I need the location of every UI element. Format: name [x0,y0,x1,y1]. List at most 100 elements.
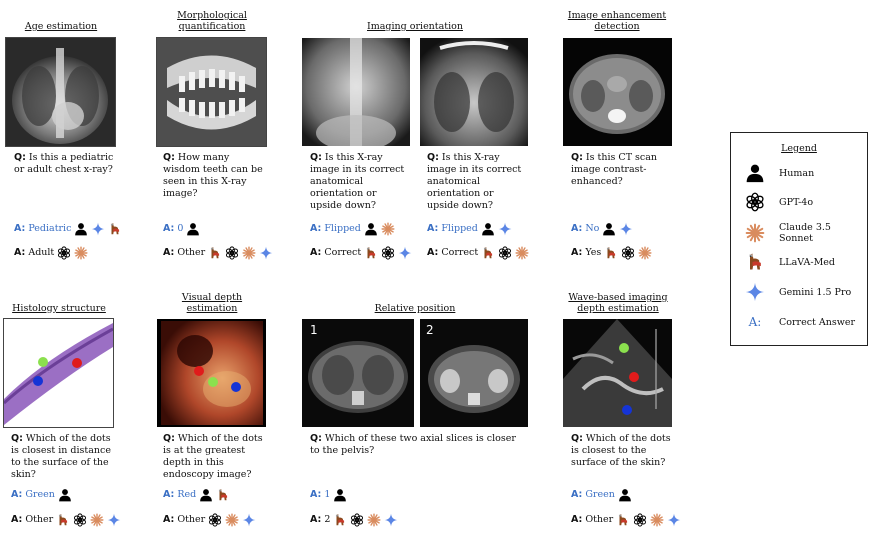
question-orient-2: Q: Is this X-ray image in its correct an… [427,152,522,211]
legend-item-claude: Claude 3.5 Sonnet [745,222,867,244]
question-morph: Q: How many wisdom teeth can be seen in … [163,152,263,199]
legend-item-correct-answer: A: Correct Answer [745,315,855,329]
llava-med-icon [616,513,630,527]
llava-med-icon [333,513,347,527]
axial-slice-1: 1 [302,319,414,427]
question-histo: Q: Which of the dots is closest in dista… [11,433,111,480]
other-answer-histo: A: Other [11,513,121,527]
gpt4o-icon [57,246,71,260]
legend-item-human: Human [745,163,814,183]
gemini-icon [242,513,256,527]
gpt4o-icon [381,246,395,260]
chest-xray-image [5,37,116,147]
question-wave: Q: Which of the dots is closest to the s… [571,433,671,468]
other-answer-age: A: Adult [14,246,88,260]
question-enhance: Q: Is this CT scan image contrast-enhanc… [571,152,658,187]
green-dot [38,357,48,367]
human-icon [364,222,378,236]
correct-answer-age: A: Pediatric [14,222,122,236]
panel-title-histo: Histology structure [12,303,106,314]
histology-image [3,318,114,428]
llava-med-icon [208,246,222,260]
green-dot [619,343,629,353]
panel-title-depth: Visual depth estimation [181,292,243,314]
gemini-icon [398,246,412,260]
human-icon [186,222,200,236]
claude-icon [515,246,529,260]
blue-dot [33,376,43,386]
claude-icon [242,246,256,260]
question-orient-1: Q: Is this X-ray image in its correct an… [310,152,405,211]
human-icon [745,163,765,183]
correct-answer-orient-1: A: Flipped [310,222,395,236]
claude-icon [74,246,88,260]
question-age: Q: Is this a pediatric or adult chest x-… [14,152,114,175]
correct-answer-depth: A: Red [163,488,230,502]
gpt4o-icon [498,246,512,260]
gpt4o-icon [208,513,222,527]
gemini-icon [498,222,512,236]
ultrasound-image [563,319,672,427]
other-answer-orient-2: A: Correct [427,246,529,260]
human-icon [199,488,213,502]
gpt4o-icon [225,246,239,260]
other-answer-relpos: A: 2 [310,513,398,527]
xray-orientation-image-2 [420,38,528,146]
human-icon [333,488,347,502]
legend-box: Legend Human GPT-4o Claude 3.5 Sonnet LL… [730,132,868,346]
correct-answer-relpos: A: 1 [310,488,347,502]
blue-dot [622,405,632,415]
legend-item-gemini: Gemini 1.5 Pro [745,282,851,302]
panel-title-age: Age estimation [24,21,98,32]
gemini-icon [667,513,681,527]
correct-answer-morph: A: 0 [163,222,200,236]
other-answer-wave: A: Other [571,513,681,527]
correct-answer-icon: A: [748,315,762,329]
dental-xray-image [156,37,267,147]
human-icon [481,222,495,236]
axial-slice-2: 2 [420,319,528,427]
human-icon [74,222,88,236]
human-icon [602,222,616,236]
claude-icon [225,513,239,527]
llava-med-icon [216,488,230,502]
gemini-icon [619,222,633,236]
red-dot [629,372,639,382]
gpt4o-icon [633,513,647,527]
endoscopy-image [157,319,266,427]
correct-answer-wave: A: Green [571,488,632,502]
gemini-icon [745,282,765,302]
xray-orientation-image-1 [302,38,410,146]
llava-med-icon [364,246,378,260]
gemini-icon [107,513,121,527]
correct-answer-histo: A: Green [11,488,72,502]
question-depth: Q: Which of the dots is at the greatest … [163,433,263,480]
claude-icon [381,222,395,236]
slice-number-1: 1 [310,323,318,337]
claude-icon [90,513,104,527]
correct-answer-enhance: A: No [571,222,633,236]
llava-med-icon [56,513,70,527]
llava-med-icon [604,246,618,260]
gemini-icon [384,513,398,527]
correct-answer-orient-2: A: Flipped [427,222,512,236]
gemini-icon [91,222,105,236]
other-answer-orient-1: A: Correct [310,246,412,260]
panel-title-wave: Wave-based imaging depth estimation [568,292,668,314]
green-dot [208,377,218,387]
human-icon [58,488,72,502]
legend-item-llava-med: LLaVA-Med [745,252,835,272]
human-icon [618,488,632,502]
panel-title-morph: Morphological quantification [177,10,247,32]
llava-med-icon [481,246,495,260]
claude-icon [650,513,664,527]
panel-title-relpos: Relative position [374,303,456,314]
other-answer-depth: A: Other [163,513,256,527]
ct-scan-image [563,38,672,146]
red-dot [72,358,82,368]
llava-med-icon [108,222,122,236]
gpt4o-icon [73,513,87,527]
gpt4o-icon [745,192,765,212]
other-answer-morph: A: Other [163,246,273,260]
gpt4o-icon [350,513,364,527]
